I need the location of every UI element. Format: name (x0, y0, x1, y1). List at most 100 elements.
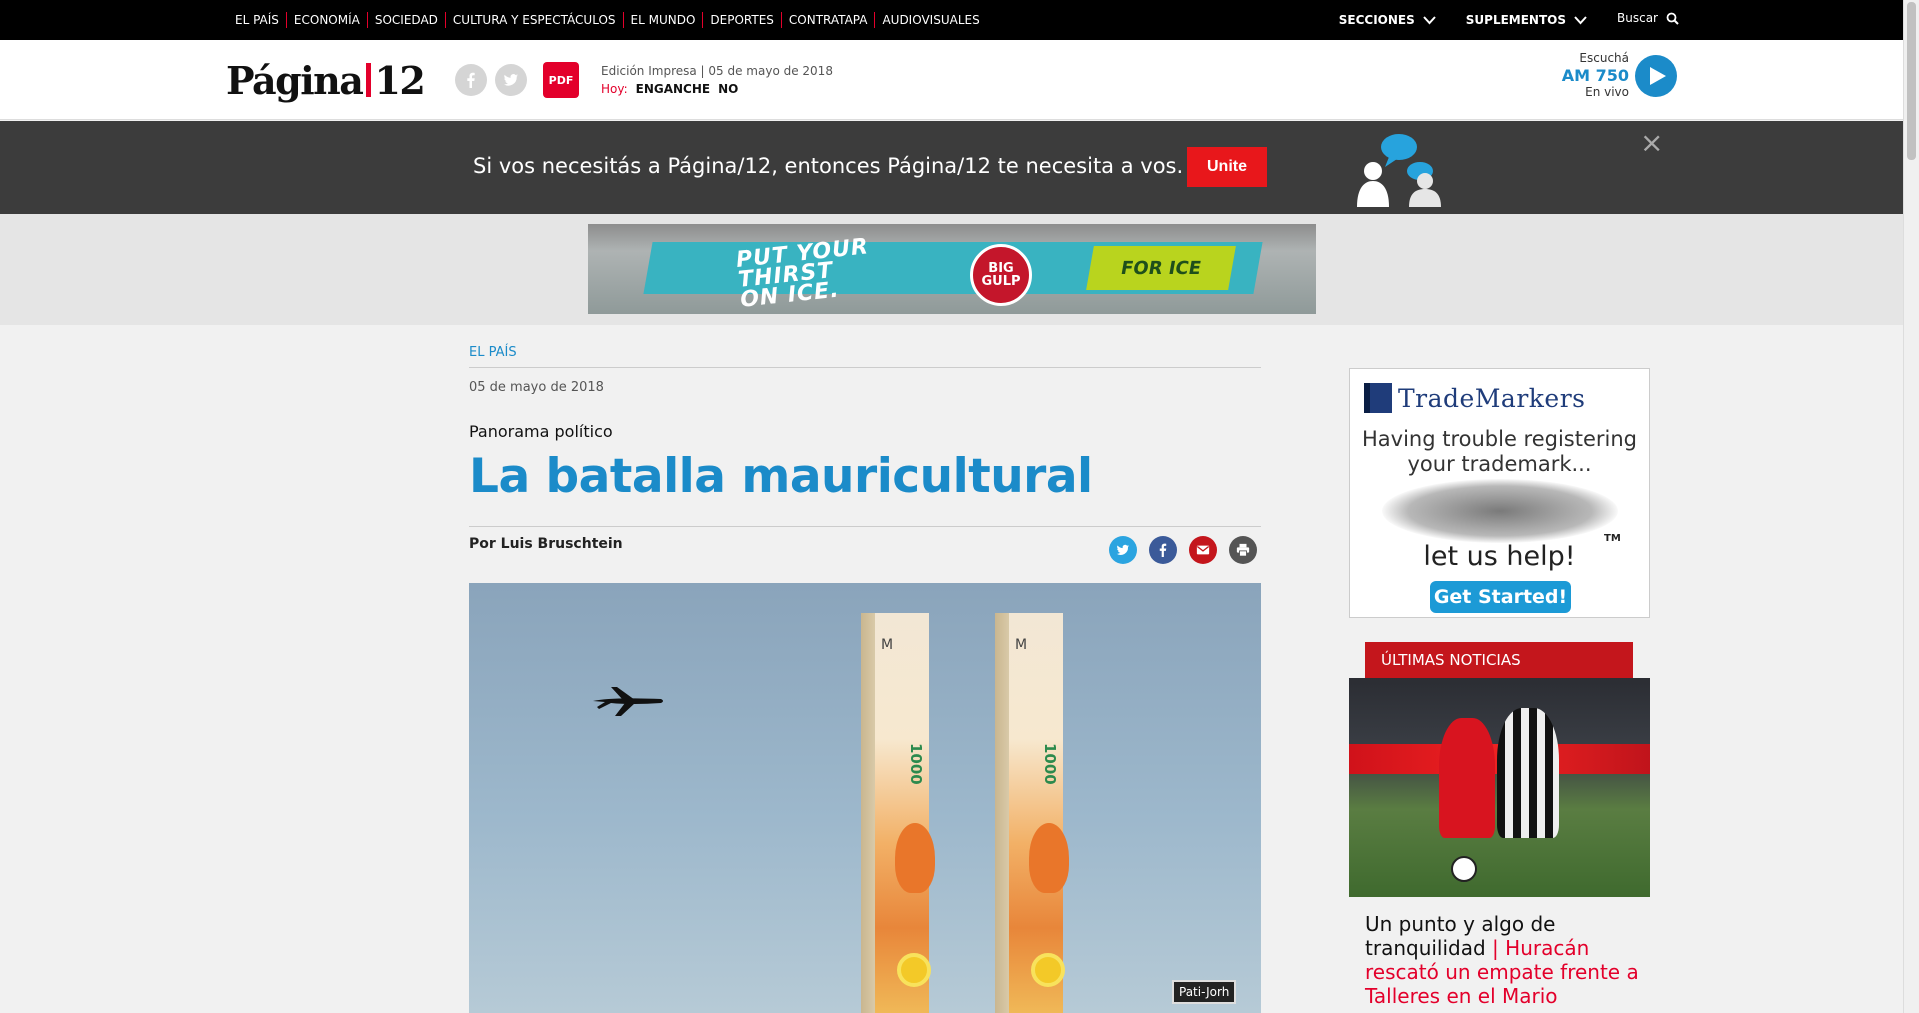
banknote-tower: M 1000 (995, 613, 1069, 1013)
twitter-icon (504, 74, 518, 86)
hoy-tag[interactable]: ENGANCHE (636, 80, 710, 98)
ad-headline: Having trouble registering your trademar… (1350, 427, 1649, 477)
facebook-link[interactable] (455, 64, 487, 96)
banknote-letter: M (881, 637, 894, 653)
ad-headline-line: your trademark... (1407, 452, 1592, 476)
twitter-link[interactable] (495, 64, 527, 96)
chevron-down-icon (1574, 15, 1587, 24)
ad-slogan: PUT YOUR THIRST ON ICE. (735, 234, 874, 313)
ad-headline-line: Having trouble registering (1361, 427, 1638, 451)
section-nav-item[interactable]: SOCIEDAD (366, 12, 445, 28)
news-headline[interactable]: Un punto y algo de tranquilidad | Huracá… (1365, 912, 1641, 1008)
ad-brand-name: TradeMarkers (1398, 383, 1586, 413)
share-twitter-button[interactable] (1109, 536, 1137, 564)
unite-button[interactable]: Unite (1187, 147, 1267, 187)
radio-player: Escuchá AM 750 En vivo (1562, 50, 1677, 101)
article-illustration[interactable]: M 1000 M 1000 Pati-Jorh (469, 583, 1261, 1013)
banner-message: Si vos necesitás a Página/12, entonces P… (473, 154, 1184, 178)
suplementos-label: SUPLEMENTOS (1465, 13, 1567, 27)
pagina12-logo[interactable]: Página 12 (226, 58, 426, 103)
article-headline: La batalla mauricultural (469, 449, 1093, 504)
share-facebook-button[interactable] (1149, 536, 1177, 564)
facebook-icon (1159, 543, 1167, 557)
ad-cup-logo: BIG GULP (970, 244, 1032, 306)
illustrator-signature: Pati-Jorh (1172, 980, 1237, 1004)
hoy-label: Hoy: (601, 82, 628, 96)
print-icon (1236, 543, 1250, 557)
pdf-edition-link[interactable]: PDF (543, 62, 579, 98)
article-section-link[interactable]: EL PAÍS (469, 345, 1261, 368)
search-label: Buscar (1617, 11, 1658, 25)
banknote-value: 1000 (1041, 743, 1059, 785)
email-icon (1196, 545, 1210, 555)
radio-play-button[interactable] (1635, 54, 1677, 97)
trademarkers-logo-icon (1364, 383, 1392, 413)
search-icon (1666, 12, 1679, 25)
news-thumbnail[interactable] (1349, 678, 1650, 897)
top-navbar: EL PAÍS ECONOMÍA SOCIEDAD CULTURA Y ESPECTÁ… (0, 0, 1903, 40)
play-icon (1649, 66, 1666, 85)
sidebar-advertisement[interactable]: TradeMarkers Having trouble registering … (1349, 368, 1650, 618)
chevron-down-icon (1423, 15, 1436, 24)
banknote-value: 1000 (907, 743, 925, 785)
byline-row: Por Luis Bruschtein (469, 526, 1261, 570)
radio-envivo: En vivo (1585, 85, 1629, 99)
article-kicker: Panorama político (469, 422, 613, 441)
player-striped (1497, 708, 1559, 838)
section-nav: EL PAÍS ECONOMÍA SOCIEDAD CULTURA Y ESPECTÁ… (228, 0, 987, 40)
page-scrollbar[interactable] (1903, 0, 1919, 1013)
ad-get-started-button[interactable]: Get Started! (1430, 581, 1571, 613)
radio-station[interactable]: AM 750 (1562, 67, 1629, 84)
banknote-letter: M (1015, 637, 1028, 653)
scrollbar-thumb[interactable] (1907, 2, 1916, 160)
print-button[interactable] (1229, 536, 1257, 564)
globe-graphic (1382, 479, 1618, 543)
section-nav-item[interactable]: ECONOMÍA (285, 12, 367, 28)
ad-brand: TradeMarkers (1364, 383, 1586, 413)
share-email-button[interactable] (1189, 536, 1217, 564)
ultimas-noticias-tab: ÚLTIMAS NOTICIAS (1365, 642, 1633, 678)
subscription-banner: Si vos necesitás a Página/12, entonces P… (0, 121, 1903, 214)
section-nav-item[interactable]: CONTRATAPA (780, 12, 875, 28)
section-nav-item[interactable]: AUDIOVISUALES (874, 12, 986, 28)
edition-info: Edición Impresa | 05 de mayo de 2018 Hoy… (601, 62, 833, 98)
search-button[interactable]: Buscar (1617, 11, 1679, 25)
news-title-separator: | (1492, 936, 1499, 960)
topnav-right: SECCIONES SUPLEMENTOS Buscar (1339, 0, 1679, 40)
top-ad-strip: PUT YOUR THIRST ON ICE. BIG GULP FOR ICE (0, 214, 1903, 325)
logo-text-right: 12 (374, 58, 425, 103)
logo-bar (366, 63, 372, 97)
secciones-dropdown[interactable]: SECCIONES (1339, 13, 1436, 27)
people-chat-icon (1357, 134, 1441, 207)
share-buttons (1109, 536, 1257, 564)
section-nav-item[interactable]: EL PAÍS (228, 12, 286, 28)
suplementos-dropdown[interactable]: SUPLEMENTOS (1466, 13, 1587, 27)
hornero-bird (1029, 823, 1069, 893)
banner-close-button[interactable]: × (1640, 129, 1663, 157)
radio-escucha: Escuchá (1579, 51, 1629, 65)
flower-graphic (1031, 953, 1065, 987)
site-header: Página 12 PDF Edición Impresa | 05 de may… (0, 40, 1903, 120)
banknote-face: M 1000 (1009, 613, 1069, 1013)
ad-green-panel: FOR ICE (1086, 246, 1236, 290)
section-nav-item[interactable]: CULTURA Y ESPECTÁCULOS (444, 12, 623, 28)
banknote-tower: M 1000 (861, 613, 935, 1013)
section-nav-item[interactable]: EL MUNDO (622, 12, 703, 28)
pdf-label: PDF (548, 73, 574, 87)
secciones-label: SECCIONES (1338, 13, 1415, 27)
logo-text-left: Página (226, 58, 364, 103)
twitter-icon (1116, 544, 1130, 555)
top-advertisement[interactable]: PUT YOUR THIRST ON ICE. BIG GULP FOR ICE (588, 224, 1316, 314)
radio-text: Escuchá AM 750 En vivo (1562, 50, 1629, 101)
airplane-illustration (593, 687, 663, 716)
ad-help-text: let us help! (1423, 541, 1576, 572)
section-nav-item[interactable]: DEPORTES (702, 12, 781, 28)
soccer-ball (1451, 856, 1477, 882)
article-date: 05 de mayo de 2018 (469, 380, 604, 395)
hoy-tag[interactable]: NO (718, 80, 738, 98)
hoy-row: Hoy: ENGANCHE NO (601, 80, 833, 98)
edition-text: Edición Impresa | 05 de mayo de 2018 (601, 64, 833, 78)
hornero-bird (895, 823, 935, 893)
player-red (1439, 718, 1495, 838)
banknote-face: M 1000 (875, 613, 935, 1013)
